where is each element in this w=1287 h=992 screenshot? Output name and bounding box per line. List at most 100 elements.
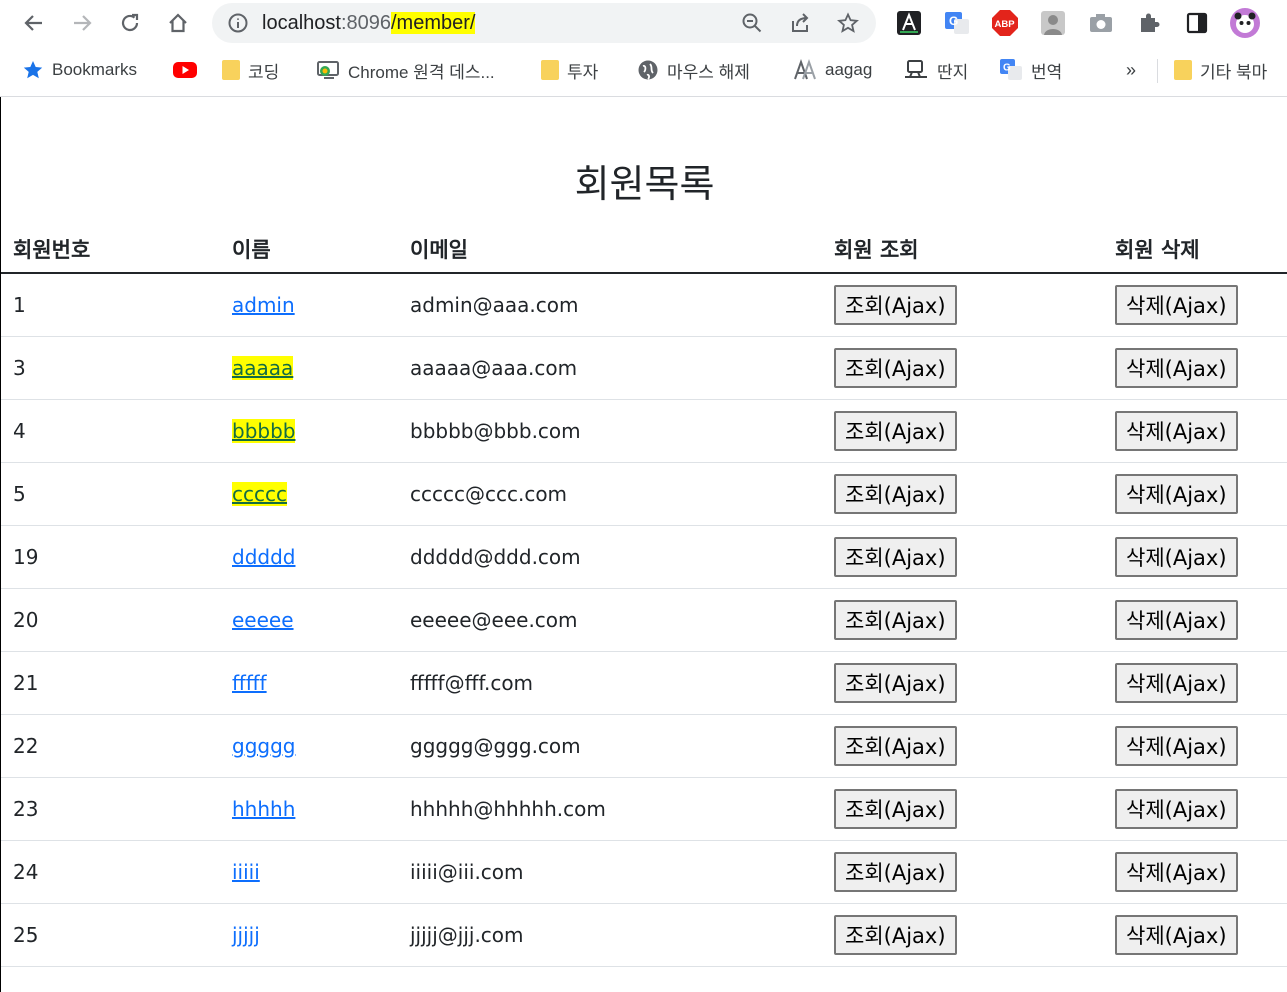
bookmark-label: Bookmarks bbox=[52, 60, 138, 79]
view-ajax-button[interactable]: 조회(Ajax) bbox=[834, 411, 957, 451]
member-email: hhhhh@hhhhh.com bbox=[398, 777, 822, 841]
back-arrow-icon bbox=[24, 15, 42, 31]
delete-ajax-button[interactable]: 삭제(Ajax) bbox=[1115, 663, 1238, 703]
bookmark-coding[interactable]: 코딩 bbox=[222, 56, 279, 84]
bookmark-translate[interactable]: G 번역 bbox=[999, 56, 1062, 84]
view-ajax-button[interactable]: 조회(Ajax) bbox=[834, 474, 957, 514]
member-name-link[interactable]: ggggg bbox=[232, 734, 295, 758]
reload-button[interactable] bbox=[112, 5, 148, 41]
header-member-no: 회원번호 bbox=[1, 225, 220, 274]
bookmark-label: 마우스 해제 bbox=[667, 62, 750, 82]
member-email: admin@aaa.com bbox=[398, 273, 822, 337]
svg-text:G: G bbox=[1003, 63, 1011, 74]
view-ajax-button[interactable]: 조회(Ajax) bbox=[834, 537, 957, 577]
delete-ajax-button[interactable]: 삭제(Ajax) bbox=[1115, 789, 1238, 829]
member-name-cell: aaaaa bbox=[220, 336, 398, 400]
bookmark-mouse-unlock[interactable]: 마우스 해제 bbox=[637, 56, 750, 84]
member-id: 21 bbox=[1, 651, 220, 715]
view-ajax-button[interactable]: 조회(Ajax) bbox=[834, 348, 957, 388]
delete-ajax-button[interactable]: 삭제(Ajax) bbox=[1115, 537, 1238, 577]
member-id: 3 bbox=[1, 336, 220, 400]
view-ajax-button[interactable]: 조회(Ajax) bbox=[834, 285, 957, 325]
share-icon[interactable] bbox=[784, 7, 816, 39]
bookmarks-separator bbox=[1157, 59, 1158, 83]
bookmark-star-icon[interactable] bbox=[832, 7, 864, 39]
forward-button[interactable] bbox=[64, 5, 100, 41]
delete-cell: 삭제(Ajax) bbox=[1103, 588, 1287, 652]
delete-ajax-button[interactable]: 삭제(Ajax) bbox=[1115, 726, 1238, 766]
bookmark-other[interactable]: 기타 북마 bbox=[1174, 56, 1267, 84]
view-ajax-button[interactable]: 조회(Ajax) bbox=[834, 789, 957, 829]
member-name-link[interactable]: bbbbb bbox=[232, 419, 296, 443]
youtube-icon bbox=[173, 62, 197, 78]
view-cell: 조회(Ajax) bbox=[822, 840, 1103, 904]
profile-avatar-icon[interactable] bbox=[1228, 6, 1262, 40]
member-id: 19 bbox=[1, 525, 220, 589]
member-name-link[interactable]: aaaaa bbox=[232, 356, 294, 380]
delete-ajax-button[interactable]: 삭제(Ajax) bbox=[1115, 411, 1238, 451]
folder-icon bbox=[541, 60, 559, 80]
url-host: localhost bbox=[262, 12, 341, 34]
member-name-link[interactable]: jjjjj bbox=[232, 923, 260, 947]
bookmarks-overflow-button[interactable]: » bbox=[1126, 56, 1136, 84]
svg-text:ABP: ABP bbox=[995, 19, 1016, 30]
delete-ajax-button[interactable]: 삭제(Ajax) bbox=[1115, 600, 1238, 640]
home-button[interactable] bbox=[160, 5, 196, 41]
view-ajax-button[interactable]: 조회(Ajax) bbox=[834, 915, 957, 955]
bookmark-invest[interactable]: 투자 bbox=[541, 56, 598, 84]
globe-icon bbox=[638, 60, 658, 80]
url-text[interactable]: localhost:8096/member/ bbox=[262, 11, 476, 35]
bookmark-bookmarks[interactable]: Bookmarks bbox=[22, 56, 137, 84]
bookmark-youtube[interactable] bbox=[172, 56, 198, 84]
view-ajax-button[interactable]: 조회(Ajax) bbox=[834, 600, 957, 640]
member-email: ggggg@ggg.com bbox=[398, 714, 822, 778]
view-ajax-button[interactable]: 조회(Ajax) bbox=[834, 852, 957, 892]
adblock-icon[interactable]: ABP bbox=[988, 6, 1022, 40]
bookmark-chrome-remote[interactable]: Chrome 원격 데스... bbox=[316, 56, 495, 84]
bookmark-aagag[interactable]: aagag bbox=[793, 56, 872, 84]
aagag-icon bbox=[794, 59, 816, 80]
member-name-link[interactable]: ccccc bbox=[232, 482, 287, 506]
zoom-icon[interactable] bbox=[736, 7, 768, 39]
person-extension-icon[interactable] bbox=[1036, 6, 1070, 40]
delete-ajax-button[interactable]: 삭제(Ajax) bbox=[1115, 915, 1238, 955]
member-name-cell: eeeee bbox=[220, 588, 398, 652]
delete-cell: 삭제(Ajax) bbox=[1103, 525, 1287, 589]
camera-icon[interactable] bbox=[1084, 6, 1118, 40]
delete-ajax-button[interactable]: 삭제(Ajax) bbox=[1115, 285, 1238, 325]
member-name-cell: fffff bbox=[220, 651, 398, 715]
view-cell: 조회(Ajax) bbox=[822, 714, 1103, 778]
bookmark-label: Chrome 원격 데스... bbox=[348, 62, 495, 82]
member-id: 1 bbox=[1, 273, 220, 337]
svg-text:G: G bbox=[949, 14, 958, 28]
view-ajax-button[interactable]: 조회(Ajax) bbox=[834, 726, 957, 766]
member-name-cell: ggggg bbox=[220, 714, 398, 778]
view-ajax-button[interactable]: 조회(Ajax) bbox=[834, 663, 957, 703]
view-cell: 조회(Ajax) bbox=[822, 462, 1103, 526]
extensions-puzzle-icon[interactable] bbox=[1132, 6, 1166, 40]
delete-ajax-button[interactable]: 삭제(Ajax) bbox=[1115, 348, 1238, 388]
member-name-link[interactable]: eeeee bbox=[232, 608, 294, 632]
table-row: 1 admin admin@aaa.com 조회(Ajax) 삭제(Ajax) bbox=[1, 273, 1287, 337]
delete-ajax-button[interactable]: 삭제(Ajax) bbox=[1115, 852, 1238, 892]
delete-cell: 삭제(Ajax) bbox=[1103, 714, 1287, 778]
member-name-link[interactable]: hhhhh bbox=[232, 797, 295, 821]
member-email: eeeee@eee.com bbox=[398, 588, 822, 652]
member-name-link[interactable]: fffff bbox=[232, 671, 267, 695]
member-name-link[interactable]: ddddd bbox=[232, 545, 295, 569]
google-translate-icon[interactable]: G bbox=[940, 6, 974, 40]
side-panel-icon[interactable] bbox=[1180, 6, 1214, 40]
bookmark-ddanzi[interactable]: 딴지 bbox=[903, 56, 968, 84]
table-row: 20 eeeee eeeee@eee.com 조회(Ajax) 삭제(Ajax) bbox=[1, 588, 1287, 652]
overflow-chevron-icon: » bbox=[1126, 59, 1137, 80]
extension-a-icon[interactable] bbox=[892, 6, 926, 40]
member-name-link[interactable]: admin bbox=[232, 293, 295, 317]
member-id: 23 bbox=[1, 777, 220, 841]
delete-ajax-button[interactable]: 삭제(Ajax) bbox=[1115, 474, 1238, 514]
member-name-link[interactable]: iiiii bbox=[232, 860, 260, 884]
site-info-icon[interactable] bbox=[222, 7, 254, 39]
back-button[interactable] bbox=[16, 5, 52, 41]
address-bar[interactable]: localhost:8096/member/ bbox=[212, 3, 876, 43]
delete-cell: 삭제(Ajax) bbox=[1103, 777, 1287, 841]
browser-toolbar: localhost:8096/member/ G ABP bbox=[0, 0, 1287, 46]
